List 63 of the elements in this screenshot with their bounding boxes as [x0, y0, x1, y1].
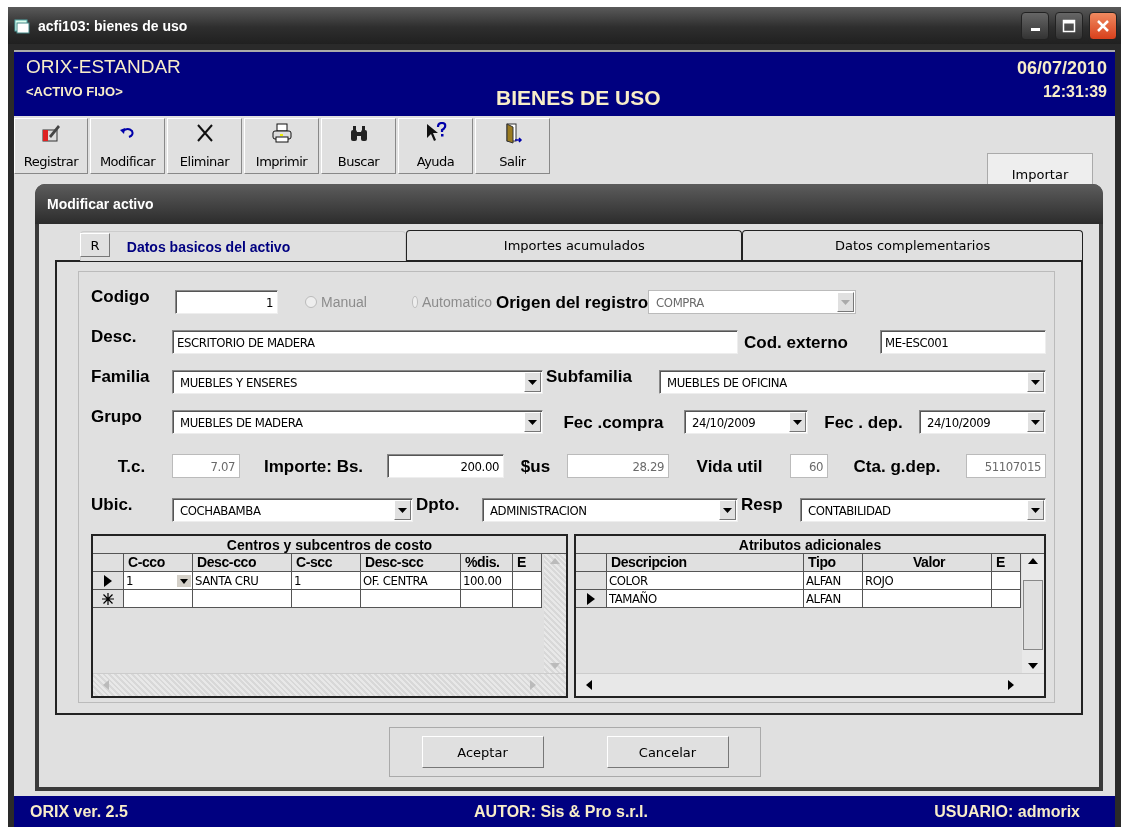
time-text: 12:31:39	[1042, 83, 1107, 101]
toolbar-button[interactable]: Registrar	[14, 118, 88, 174]
field-label: Dpto.	[415, 494, 461, 515]
table-cell: ALFAN	[804, 572, 863, 590]
table-cell: 1	[124, 572, 193, 590]
field-label: Origen del registro	[495, 291, 649, 313]
table-cell: TAMAÑO	[607, 590, 804, 608]
toolbar-button[interactable]: Modificar	[90, 118, 165, 174]
field-label: Importe: Bs.	[262, 455, 365, 477]
tab[interactable]: Importes acumulados	[406, 230, 743, 260]
dropdown-field[interactable]: COCHABAMBA	[172, 498, 413, 522]
table-cell: SANTA CRU	[193, 572, 292, 590]
table-cell: 1	[292, 572, 361, 590]
text-field[interactable]: 1	[175, 290, 278, 314]
module-name: <ACTIVO FIJO>	[26, 84, 124, 99]
table-cell: ALFAN	[804, 590, 863, 608]
table-cell: OF. CENTRA	[361, 572, 461, 590]
field-label: Codigo	[91, 286, 151, 307]
r-button[interactable]: R	[80, 233, 110, 257]
dialog-button[interactable]: Aceptar	[421, 736, 544, 768]
dropdown-field[interactable]: MUEBLES DE OFICINA	[659, 370, 1046, 394]
text-field[interactable]: 200.00	[387, 454, 504, 478]
tab[interactable]: Datos complementarios	[742, 230, 1083, 260]
user-text: USUARIO: admorix	[934, 802, 1080, 821]
date-text: 06/07/2010	[1016, 58, 1107, 79]
field-label: Subfamilia	[545, 366, 633, 387]
toolbar-button[interactable]: Buscar	[321, 118, 396, 174]
field-label: Familia	[91, 366, 151, 387]
toolbar-button[interactable]: Ayuda	[398, 118, 473, 174]
dropdown-field[interactable]: MUEBLES DE MADERA	[172, 410, 543, 434]
toolbar-button[interactable]: Eliminar	[167, 118, 242, 174]
dropdown-field[interactable]: 24/10/2009	[684, 410, 808, 434]
field-label: Desc.	[91, 326, 138, 347]
grid-title: Centros y subcentros de costo	[93, 536, 566, 554]
text-field[interactable]: ME-ESC001	[880, 330, 1046, 354]
grid-title: Atributos adicionales	[576, 536, 1044, 554]
table-cell: ROJO	[863, 572, 992, 590]
dropdown-field[interactable]: ADMINISTRACION	[482, 498, 738, 522]
window-title: acfi103: bienes de uso	[38, 17, 188, 34]
dialog-title: Modificar activo	[47, 196, 154, 212]
toolbar-button[interactable]: Imprimir	[244, 118, 319, 174]
field-label: $us	[519, 455, 552, 477]
field-label: Resp	[740, 494, 784, 515]
dropdown-field[interactable]: CONTABILIDAD	[800, 498, 1046, 522]
field-label: Vida util	[695, 455, 764, 477]
table-cell: 100.00	[461, 572, 513, 590]
field-label: Fec .compra	[562, 411, 665, 433]
author-text: AUTOR: Sis & Pro s.r.l.	[474, 802, 648, 821]
field-label: Fec . dep.	[823, 411, 904, 433]
field-label: T.c.	[116, 455, 147, 477]
version-text: ORIX ver. 2.5	[30, 802, 128, 821]
screen-title: BIENES DE USO	[496, 86, 662, 111]
text-field[interactable]: ESCRITORIO DE MADERA	[172, 330, 738, 354]
dialog-button[interactable]: Cancelar	[606, 736, 729, 768]
toolbar-button[interactable]: Salir	[475, 118, 550, 174]
field-label: Ubic.	[91, 494, 134, 515]
field-label: Cod. externo	[743, 331, 849, 353]
field-label: Grupo	[91, 406, 143, 427]
app-name: ORIX-ESTANDAR	[26, 56, 182, 78]
field-label: Cta. g.dep.	[852, 455, 942, 477]
table-cell: COLOR	[607, 572, 804, 590]
dropdown-field[interactable]: 24/10/2009	[919, 410, 1046, 434]
dropdown-field[interactable]: MUEBLES Y ENSERES	[172, 370, 543, 394]
